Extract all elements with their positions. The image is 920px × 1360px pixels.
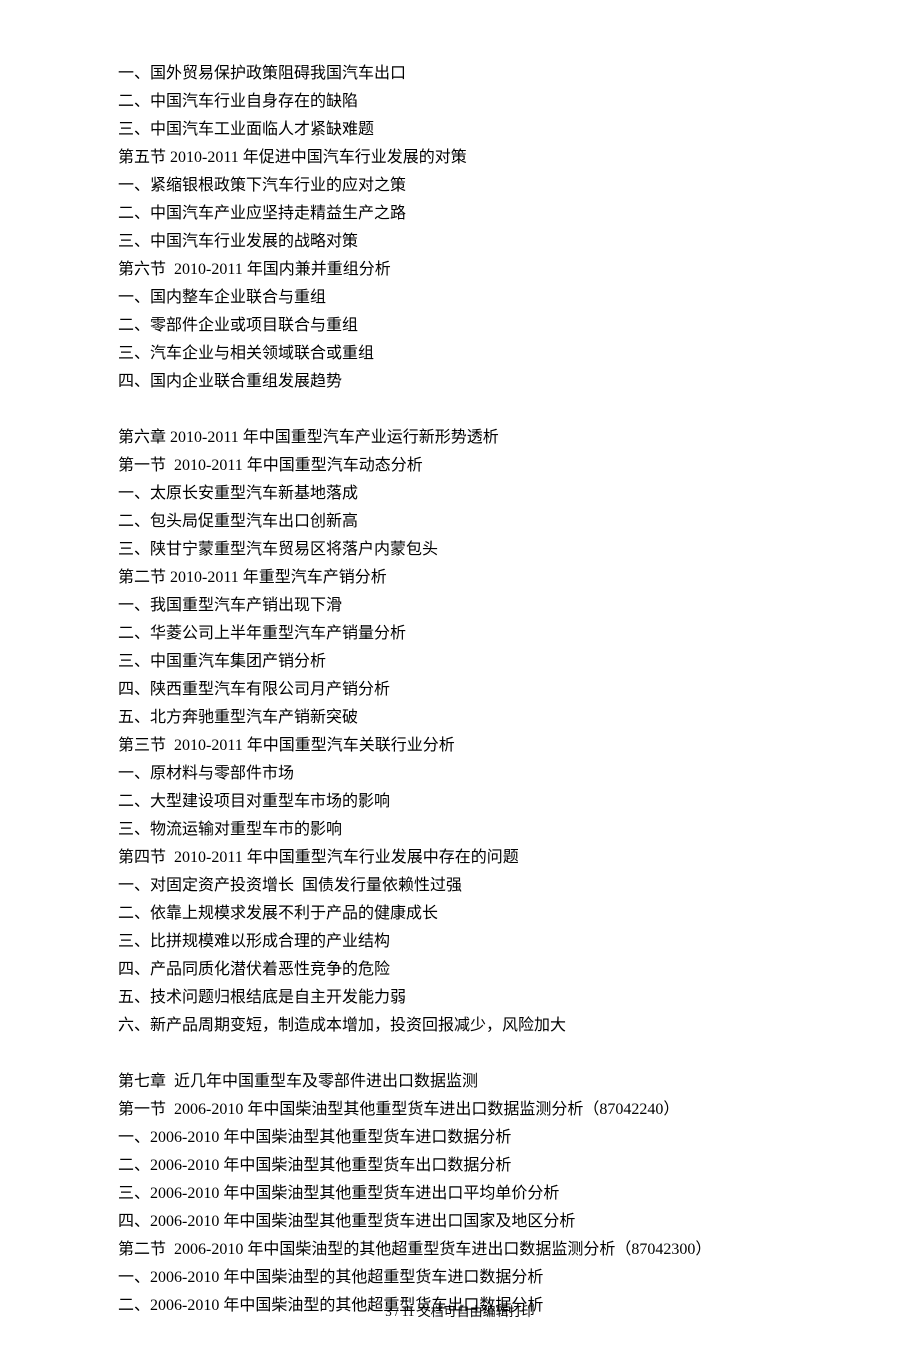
text-line: 一、国外贸易保护政策阻碍我国汽车出口 bbox=[118, 60, 802, 88]
document-page: 一、国外贸易保护政策阻碍我国汽车出口二、中国汽车行业自身存在的缺陷三、中国汽车工… bbox=[0, 0, 920, 1360]
text-line: 三、比拼规模难以形成合理的产业结构 bbox=[118, 928, 802, 956]
text-line: 第七章 近几年中国重型车及零部件进出口数据监测 bbox=[118, 1068, 802, 1096]
text-line: 一、原材料与零部件市场 bbox=[118, 760, 802, 788]
text-line: 三、中国汽车行业发展的战略对策 bbox=[118, 228, 802, 256]
text-line: 三、中国汽车工业面临人才紧缺难题 bbox=[118, 116, 802, 144]
page-footer: 3 / 11 文档可自由编辑打印 bbox=[0, 1301, 920, 1324]
blank-line bbox=[118, 1040, 802, 1068]
text-line: 第二节 2010-2011 年重型汽车产销分析 bbox=[118, 564, 802, 592]
text-line: 六、新产品周期变短，制造成本增加，投资回报减少，风险加大 bbox=[118, 1012, 802, 1040]
text-line: 五、北方奔驰重型汽车产销新突破 bbox=[118, 704, 802, 732]
text-line: 三、中国重汽车集团产销分析 bbox=[118, 648, 802, 676]
text-line: 二、2006-2010 年中国柴油型其他重型货车出口数据分析 bbox=[118, 1152, 802, 1180]
document-body: 一、国外贸易保护政策阻碍我国汽车出口二、中国汽车行业自身存在的缺陷三、中国汽车工… bbox=[118, 60, 802, 1320]
text-line: 第六章 2010-2011 年中国重型汽车产业运行新形势透析 bbox=[118, 424, 802, 452]
text-line: 第一节 2010-2011 年中国重型汽车动态分析 bbox=[118, 452, 802, 480]
text-line: 第一节 2006-2010 年中国柴油型其他重型货车进出口数据监测分析（8704… bbox=[118, 1096, 802, 1124]
text-line: 四、陕西重型汽车有限公司月产销分析 bbox=[118, 676, 802, 704]
text-line: 一、对固定资产投资增长 国债发行量依赖性过强 bbox=[118, 872, 802, 900]
text-line: 四、国内企业联合重组发展趋势 bbox=[118, 368, 802, 396]
text-line: 一、2006-2010 年中国柴油型的其他超重型货车进口数据分析 bbox=[118, 1264, 802, 1292]
text-line: 第三节 2010-2011 年中国重型汽车关联行业分析 bbox=[118, 732, 802, 760]
text-line: 一、太原长安重型汽车新基地落成 bbox=[118, 480, 802, 508]
text-line: 第五节 2010-2011 年促进中国汽车行业发展的对策 bbox=[118, 144, 802, 172]
text-line: 三、汽车企业与相关领域联合或重组 bbox=[118, 340, 802, 368]
text-line: 二、依靠上规模求发展不利于产品的健康成长 bbox=[118, 900, 802, 928]
text-line: 三、陕甘宁蒙重型汽车贸易区将落户内蒙包头 bbox=[118, 536, 802, 564]
text-line: 二、中国汽车行业自身存在的缺陷 bbox=[118, 88, 802, 116]
blank-line bbox=[118, 396, 802, 424]
text-line: 二、大型建设项目对重型车市场的影响 bbox=[118, 788, 802, 816]
text-line: 四、产品同质化潜伏着恶性竞争的危险 bbox=[118, 956, 802, 984]
text-line: 一、紧缩银根政策下汽车行业的应对之策 bbox=[118, 172, 802, 200]
text-line: 第四节 2010-2011 年中国重型汽车行业发展中存在的问题 bbox=[118, 844, 802, 872]
text-line: 第二节 2006-2010 年中国柴油型的其他超重型货车进出口数据监测分析（87… bbox=[118, 1236, 802, 1264]
text-line: 一、国内整车企业联合与重组 bbox=[118, 284, 802, 312]
text-line: 二、中国汽车产业应坚持走精益生产之路 bbox=[118, 200, 802, 228]
text-line: 四、2006-2010 年中国柴油型其他重型货车进出口国家及地区分析 bbox=[118, 1208, 802, 1236]
text-line: 二、包头局促重型汽车出口创新高 bbox=[118, 508, 802, 536]
text-line: 第六节 2010-2011 年国内兼并重组分析 bbox=[118, 256, 802, 284]
text-line: 二、华菱公司上半年重型汽车产销量分析 bbox=[118, 620, 802, 648]
text-line: 一、2006-2010 年中国柴油型其他重型货车进口数据分析 bbox=[118, 1124, 802, 1152]
text-line: 三、2006-2010 年中国柴油型其他重型货车进出口平均单价分析 bbox=[118, 1180, 802, 1208]
text-line: 五、技术问题归根结底是自主开发能力弱 bbox=[118, 984, 802, 1012]
text-line: 一、我国重型汽车产销出现下滑 bbox=[118, 592, 802, 620]
text-line: 三、物流运输对重型车市的影响 bbox=[118, 816, 802, 844]
text-line: 二、零部件企业或项目联合与重组 bbox=[118, 312, 802, 340]
